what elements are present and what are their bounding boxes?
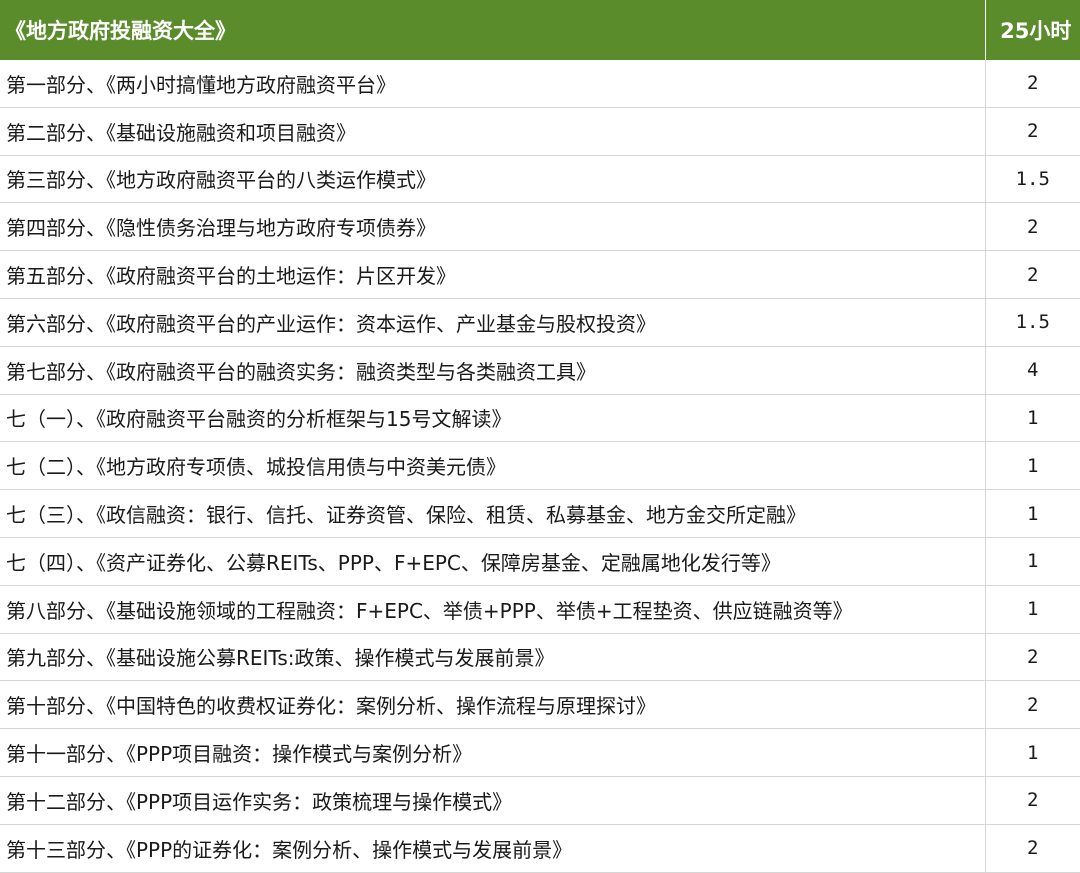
row-title: 第三部分、《地方政府融资平台的八类运作模式》 (0, 155, 986, 204)
table-row: 第四部分、《隐性债务治理与地方政府专项债券》 2 (0, 202, 1080, 252)
row-hours: 2 (985, 107, 1080, 156)
table-row: 第十一部分、《PPP项目融资：操作模式与案例分析》 1 (0, 728, 1080, 777)
table-row: 第三部分、《地方政府融资平台的八类运作模式》 1.5 (0, 155, 1080, 204)
row-title: 第十二部分、《PPP项目运作实务：政策梳理与操作模式》 (0, 776, 986, 825)
table-row: 第八部分、《基础设施领域的工程融资：F+EPC、举债+PPP、举债+工程垫资、供… (0, 585, 1080, 634)
row-title: 第十三部分、《PPP的证券化：案例分析、操作模式与发展前景》 (0, 824, 986, 873)
course-schedule-table: 《地方政府投融资大全》 25小时 第一部分、《两小时搞懂地方政府融资平台》 2 … (0, 0, 1080, 873)
header-total-hours: 25小时 (985, 0, 1080, 60)
table-row: 第六部分、《政府融资平台的产业运作：资本运作、产业基金与股权投资》 1.5 (0, 298, 1080, 347)
table-row: 第十三部分、《PPP的证券化：案例分析、操作模式与发展前景》 2 (0, 824, 1080, 873)
row-title: 七（三）、《政信融资：银行、信托、证券资管、保险、租赁、私募基金、地方金交所定融… (0, 489, 986, 538)
row-title: 七（四）、《资产证券化、公募REITs、PPP、F+EPC、保障房基金、定融属地… (0, 537, 986, 586)
row-hours: 2 (985, 633, 1080, 682)
table-header-row: 《地方政府投融资大全》 25小时 (0, 0, 1080, 60)
table-row: 第一部分、《两小时搞懂地方政府融资平台》 2 (0, 60, 1080, 108)
table-row: 第十二部分、《PPP项目运作实务：政策梳理与操作模式》 2 (0, 776, 1080, 825)
row-title: 第十一部分、《PPP项目融资：操作模式与案例分析》 (0, 728, 986, 777)
row-title: 第四部分、《隐性债务治理与地方政府专项债券》 (0, 202, 986, 252)
table-row: 七（三）、《政信融资：银行、信托、证券资管、保险、租赁、私募基金、地方金交所定融… (0, 489, 1080, 538)
row-title: 第九部分、《基础设施公募REITs:政策、操作模式与发展前景》 (0, 633, 986, 682)
row-title: 第一部分、《两小时搞懂地方政府融资平台》 (0, 60, 986, 108)
row-hours: 1 (985, 728, 1080, 777)
row-hours: 1.5 (985, 155, 1080, 204)
row-title: 第五部分、《政府融资平台的土地运作：片区开发》 (0, 250, 986, 299)
row-hours: 2 (985, 776, 1080, 825)
row-hours: 1 (985, 585, 1080, 634)
row-hours: 2 (985, 60, 1080, 108)
row-hours: 2 (985, 202, 1080, 252)
row-hours: 1 (985, 489, 1080, 538)
header-title: 《地方政府投融资大全》 (0, 0, 986, 60)
row-title: 七（一）、《政府融资平台融资的分析框架与15号文解读》 (0, 394, 986, 443)
row-title: 第十部分、《中国特色的收费权证券化：案例分析、操作流程与原理探讨》 (0, 680, 986, 730)
row-hours: 1 (985, 537, 1080, 586)
row-title: 第八部分、《基础设施领域的工程融资：F+EPC、举债+PPP、举债+工程垫资、供… (0, 585, 986, 634)
table-row: 第十部分、《中国特色的收费权证券化：案例分析、操作流程与原理探讨》 2 (0, 680, 1080, 730)
row-title: 第二部分、《基础设施融资和项目融资》 (0, 107, 986, 156)
table-row: 第七部分、《政府融资平台的融资实务：融资类型与各类融资工具》 4 (0, 346, 1080, 395)
row-title: 七（二）、《地方政府专项债、城投信用债与中资美元债》 (0, 441, 986, 491)
row-hours: 1 (985, 394, 1080, 443)
table-row: 第五部分、《政府融资平台的土地运作：片区开发》 2 (0, 250, 1080, 299)
row-hours: 2 (985, 680, 1080, 730)
table-row: 七（二）、《地方政府专项债、城投信用债与中资美元债》 1 (0, 441, 1080, 491)
row-hours: 2 (985, 250, 1080, 299)
table-row: 七（四）、《资产证券化、公募REITs、PPP、F+EPC、保障房基金、定融属地… (0, 537, 1080, 586)
table-row: 第九部分、《基础设施公募REITs:政策、操作模式与发展前景》 2 (0, 633, 1080, 682)
row-hours: 2 (985, 824, 1080, 873)
row-title: 第六部分、《政府融资平台的产业运作：资本运作、产业基金与股权投资》 (0, 298, 986, 347)
row-title: 第七部分、《政府融资平台的融资实务：融资类型与各类融资工具》 (0, 346, 986, 395)
row-hours: 1 (985, 441, 1080, 491)
row-hours: 1.5 (985, 298, 1080, 347)
row-hours: 4 (985, 346, 1080, 395)
table-row: 七（一）、《政府融资平台融资的分析框架与15号文解读》 1 (0, 394, 1080, 443)
table-row: 第二部分、《基础设施融资和项目融资》 2 (0, 107, 1080, 156)
